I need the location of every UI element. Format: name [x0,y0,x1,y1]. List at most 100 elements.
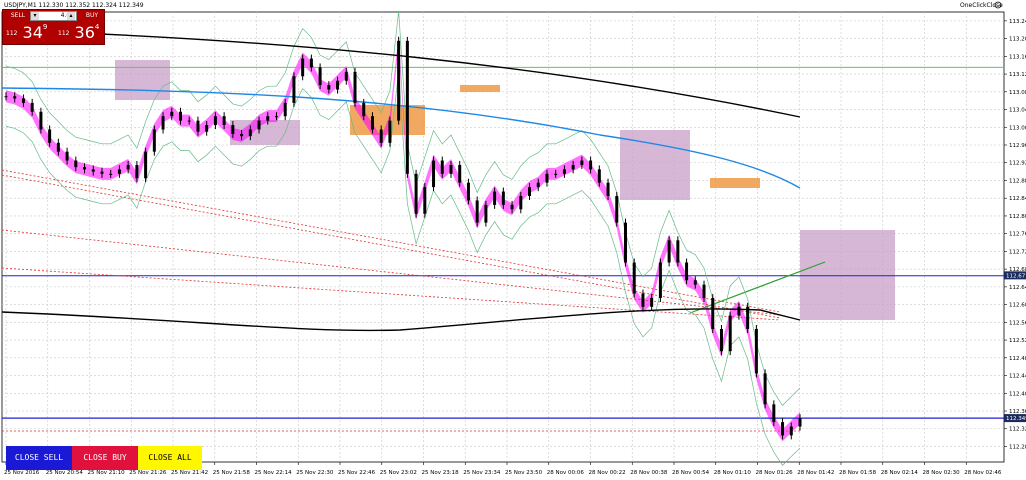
candle-body [405,40,409,174]
candle-body [789,426,793,436]
price-tick-label: 113.245 [1009,19,1026,25]
price-tick-label: 112.485 [1009,356,1026,362]
time-tick-label: 25 Nov 21:10 [88,470,126,476]
candle-body [83,167,87,170]
candle-body [562,169,566,174]
candle-body [135,164,139,179]
price-tick-label: 112.445 [1009,374,1026,380]
candle-body [205,125,209,132]
time-tick-label: 25 Nov 21:42 [171,470,208,476]
candle-body [144,151,148,179]
candle-body [161,116,165,130]
price-tick-label: 113.005 [1009,125,1026,131]
time-tick-label: 28 Nov 02:14 [881,470,919,476]
candle-body [13,96,17,99]
candle-body [100,171,104,174]
bid-big: 34 [22,23,43,42]
price-tick-label: 112.765 [1009,232,1026,238]
price-tick-label: 112.725 [1009,249,1026,255]
time-tick-label: 25 Nov 22:30 [296,470,334,476]
price-tick-label: 112.565 [1009,320,1026,326]
time-tick-label: 25 Nov 20:54 [46,470,84,476]
candle-body [432,160,436,188]
candle-body [309,58,313,68]
candle-body [91,169,95,172]
time-tick-label: 25 Nov 22:46 [338,470,376,476]
cloud-segment [800,230,895,320]
price-tick-label: 113.205 [1009,37,1026,43]
candle-body [772,404,776,423]
candle-body [676,240,680,263]
candle-body [554,173,558,175]
candle-body [414,173,418,214]
price-tick-label: 113.085 [1009,90,1026,96]
price-badge-label: 112.349 [1006,416,1026,422]
price-tick-label: 113.045 [1009,108,1026,114]
candle-body [528,187,532,196]
buy-button[interactable]: BUY [80,11,104,21]
candle-body [685,262,689,281]
candle-body [48,129,52,143]
candle-body [109,173,113,175]
close-all-button[interactable]: CLOSE ALL [138,446,202,470]
lots-decrease-icon[interactable]: ▾ [31,12,39,20]
candle-body [781,422,785,436]
candle-body [353,71,357,103]
candle-body [213,116,217,126]
sell-button[interactable]: SELL [6,11,30,21]
time-tick-label: 28 Nov 01:26 [756,470,794,476]
candle-body [126,164,130,170]
candle-body [292,76,296,103]
candle-body [231,125,235,134]
candle-body [658,262,662,298]
time-tick-label: 25 Nov 23:02 [380,470,417,476]
candle-body [388,120,392,143]
candle-body [423,187,427,214]
time-tick-label: 28 Nov 02:30 [923,470,961,476]
candle-body [196,120,200,132]
candle-body [615,195,619,223]
bid-prefix: 112 [6,30,18,37]
lots-increase-icon[interactable]: ▴ [67,12,75,20]
candle-body [39,111,43,130]
candle-body [65,151,69,161]
price-tick-label: 113.125 [1009,72,1026,78]
candle-body [536,182,540,188]
candle-body [728,315,732,352]
bid-price[interactable]: 112 349 [6,23,47,42]
price-tick-label: 112.965 [1009,143,1026,149]
candle-body [370,116,374,130]
close-sell-button[interactable]: CLOSE SELL [6,446,72,470]
candle-body [711,297,715,329]
ask-price[interactable]: 112 364 [58,23,99,42]
price-tick-label: 112.405 [1009,391,1026,397]
dotted-trend-line [1,229,781,316]
one-click-trading-panel: SELL ▾ 4.00 ▴ BUY 112 349 112 364 [2,9,105,45]
candle-body [493,191,497,205]
candle-body [650,297,654,307]
chart-area[interactable]: 113.245 113.205 113.165 113.125 113.085 113.0… [0,0,1026,480]
price-tick-label: 112.325 [1009,427,1026,433]
lots-stepper[interactable]: ▾ 4.00 ▴ [30,11,77,21]
close-buy-button[interactable]: CLOSE BUY [72,446,138,470]
time-tick-label: 28 Nov 00:22 [589,470,626,476]
price-tick-label: 112.525 [1009,338,1026,344]
candle-body [30,102,34,112]
chart-title: USDJPY,M1 112.330 112.352 112.324 112.34… [4,2,144,9]
candle-body [21,98,25,103]
candle-body [344,71,348,81]
time-tick-label: 25 Nov 21:26 [129,470,167,476]
candle-body [737,306,741,316]
candle-body [379,129,383,143]
candle-body [632,262,636,294]
time-tick-label: 28 Nov 00:54 [672,470,710,476]
time-tick-label: 25 Nov 23:50 [505,470,543,476]
candle-body [754,328,758,374]
candle-body [4,96,8,98]
price-tick-label: 112.885 [1009,178,1026,184]
time-tick-label: 28 Nov 01:58 [839,470,877,476]
ma-black-lower [1,308,801,332]
time-tick-label: 25 Nov 2016 [4,470,40,476]
ask-prefix: 112 [58,30,70,37]
candle-body [187,120,191,122]
